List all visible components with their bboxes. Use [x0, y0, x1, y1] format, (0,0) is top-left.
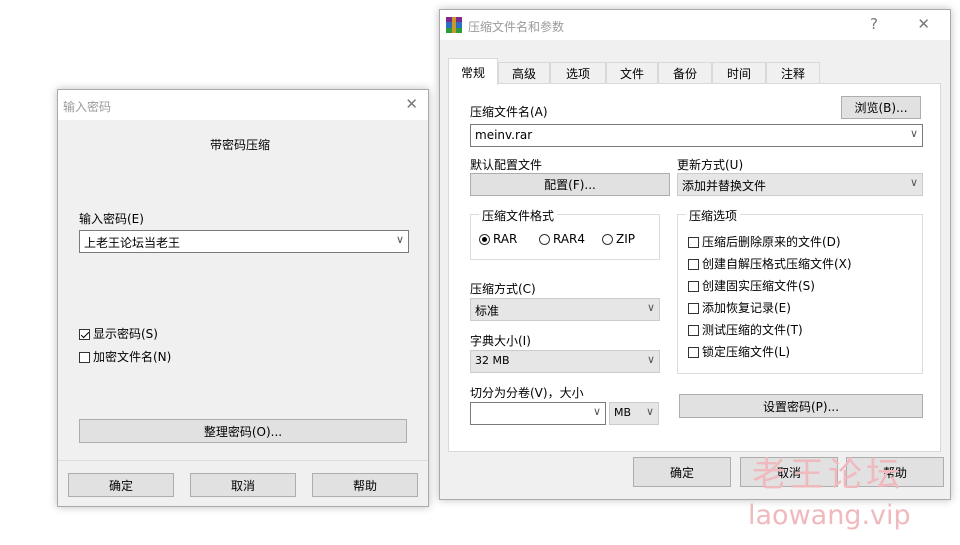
- ok-button[interactable]: 确定: [633, 457, 731, 487]
- option-sfx-box[interactable]: [688, 259, 699, 270]
- split-unit-select[interactable]: MB ∨: [609, 402, 659, 425]
- ok-button[interactable]: 确定: [68, 473, 174, 497]
- password-input[interactable]: 上老王论坛当老王 ∨: [79, 230, 409, 253]
- update-mode-label: 更新方式(U): [677, 158, 744, 172]
- tab-files[interactable]: 文件: [606, 62, 658, 84]
- cancel-button[interactable]: 取消: [190, 473, 296, 497]
- chevron-down-icon[interactable]: ∨: [646, 405, 654, 418]
- encrypt-filenames-checkbox[interactable]: 加密文件名(N): [79, 348, 171, 365]
- close-icon[interactable]: ✕: [405, 95, 418, 113]
- option-recovery-record-label: 添加恢复记录(E): [702, 301, 791, 315]
- option-solid[interactable]: 创建固实压缩文件(S): [688, 277, 815, 294]
- format-rar4-label: RAR4: [553, 232, 586, 246]
- option-delete-after[interactable]: 压缩后删除原来的文件(D): [688, 233, 841, 250]
- help-icon[interactable]: ?: [870, 15, 878, 33]
- split-size-input[interactable]: ∨: [470, 402, 606, 425]
- option-solid-box[interactable]: [688, 281, 699, 292]
- show-password-label: 显示密码(S): [93, 327, 158, 341]
- split-volumes-label: 切分为分卷(V)，大小: [470, 386, 584, 400]
- archive-name-label: 压缩文件名(A): [470, 105, 548, 119]
- option-sfx-label: 创建自解压格式压缩文件(X): [702, 257, 852, 271]
- compression-method-label: 压缩方式(C): [470, 282, 536, 296]
- password-dialog-titlebar[interactable]: 输入密码 ✕: [58, 90, 428, 120]
- format-rar-radio-dot[interactable]: [479, 234, 490, 245]
- chevron-down-icon[interactable]: ∨: [396, 233, 404, 246]
- format-zip-radio[interactable]: ZIP: [602, 232, 635, 246]
- dictionary-size-select[interactable]: 32 MB ∨: [470, 350, 660, 373]
- tab-advanced[interactable]: 高级: [498, 62, 550, 84]
- archive-format-title: 压缩文件格式: [479, 207, 558, 224]
- option-recovery-record[interactable]: 添加恢复记录(E): [688, 299, 791, 316]
- password-dialog: 输入密码 ✕ 带密码压缩 输入密码(E) 上老王论坛当老王 ∨ 显示密码(S) …: [57, 89, 429, 507]
- compression-method-value: 标准: [475, 304, 500, 318]
- format-rar4-radio[interactable]: RAR4: [539, 232, 585, 246]
- tab-time[interactable]: 时间: [712, 62, 766, 84]
- option-lock-archive-label: 锁定压缩文件(L): [702, 345, 791, 359]
- watermark-cn: 老王论坛: [752, 455, 904, 495]
- archive-dialog-title: 压缩文件名和参数: [468, 20, 565, 34]
- option-test-files-box[interactable]: [688, 325, 699, 336]
- format-zip-label: ZIP: [616, 232, 635, 246]
- default-profile-label: 默认配置文件: [470, 158, 543, 172]
- option-lock-archive[interactable]: 锁定压缩文件(L): [688, 343, 790, 360]
- password-dialog-header: 带密码压缩: [210, 138, 271, 152]
- browse-button[interactable]: 浏览(B)...: [841, 96, 921, 119]
- archive-options-title: 压缩选项: [686, 207, 741, 224]
- archive-dialog-titlebar[interactable]: 压缩文件名和参数 ? ✕: [440, 10, 950, 40]
- option-test-files[interactable]: 测试压缩的文件(T): [688, 321, 803, 338]
- archive-format-group: 压缩文件格式 RAR RAR4 ZIP: [470, 207, 660, 260]
- show-password-checkbox-box[interactable]: [79, 329, 90, 340]
- option-recovery-record-box[interactable]: [688, 303, 699, 314]
- chevron-down-icon[interactable]: ∨: [593, 405, 601, 418]
- format-rar-radio[interactable]: RAR: [479, 232, 517, 246]
- password-label: 输入密码(E): [79, 212, 144, 226]
- tab-general[interactable]: 常规: [448, 58, 498, 85]
- format-rar-label: RAR: [493, 232, 518, 246]
- option-delete-after-box[interactable]: [688, 237, 699, 248]
- archive-name-value: meinv.rar: [475, 128, 533, 142]
- chevron-down-icon[interactable]: ∨: [647, 353, 655, 366]
- encrypt-filenames-checkbox-box[interactable]: [79, 352, 90, 363]
- chevron-down-icon[interactable]: ∨: [647, 301, 655, 314]
- update-mode-value: 添加并替换文件: [682, 179, 767, 193]
- compression-method-select[interactable]: 标准 ∨: [470, 298, 660, 321]
- tab-backup[interactable]: 备份: [658, 62, 712, 84]
- option-test-files-label: 测试压缩的文件(T): [702, 323, 803, 337]
- tab-comment[interactable]: 注释: [766, 62, 820, 84]
- general-tab-panel: 压缩文件名(A) 浏览(B)... meinv.rar ∨ 默认配置文件 配置(…: [448, 83, 941, 452]
- close-icon[interactable]: ✕: [917, 15, 930, 33]
- password-value: 上老王论坛当老王: [84, 236, 181, 250]
- update-mode-select[interactable]: 添加并替换文件 ∨: [677, 173, 923, 196]
- show-password-checkbox[interactable]: 显示密码(S): [79, 325, 158, 342]
- tab-options[interactable]: 选项: [550, 62, 606, 84]
- option-delete-after-label: 压缩后删除原来的文件(D): [702, 235, 841, 249]
- help-button[interactable]: 帮助: [312, 473, 418, 497]
- archive-options-group: 压缩选项 压缩后删除原来的文件(D) 创建自解压格式压缩文件(X) 创建固实压缩…: [677, 207, 923, 374]
- option-sfx[interactable]: 创建自解压格式压缩文件(X): [688, 255, 852, 272]
- dictionary-size-label: 字典大小(I): [470, 334, 531, 348]
- encrypt-filenames-label: 加密文件名(N): [93, 350, 172, 364]
- divider: [58, 460, 428, 461]
- archive-name-input[interactable]: meinv.rar ∨: [470, 124, 923, 147]
- format-rar4-radio-dot[interactable]: [539, 234, 550, 245]
- set-password-button[interactable]: 设置密码(P)...: [679, 394, 923, 418]
- organize-passwords-button[interactable]: 整理密码(O)...: [79, 419, 407, 443]
- archive-dialog: 压缩文件名和参数 ? ✕ 常规 高级 选项 文件 备份 时间 注释 压缩文件名(…: [439, 9, 951, 500]
- profiles-button[interactable]: 配置(F)...: [470, 173, 670, 196]
- option-lock-archive-box[interactable]: [688, 347, 699, 358]
- chevron-down-icon[interactable]: ∨: [910, 127, 918, 140]
- format-zip-radio-dot[interactable]: [602, 234, 613, 245]
- dictionary-size-value: 32 MB: [475, 354, 510, 367]
- watermark-url: laowang.vip: [748, 500, 911, 531]
- password-dialog-title: 输入密码: [63, 100, 112, 114]
- split-unit-value: MB: [614, 406, 632, 419]
- option-solid-label: 创建固实压缩文件(S): [702, 279, 815, 293]
- winrar-icon: [446, 17, 462, 33]
- chevron-down-icon[interactable]: ∨: [910, 176, 918, 189]
